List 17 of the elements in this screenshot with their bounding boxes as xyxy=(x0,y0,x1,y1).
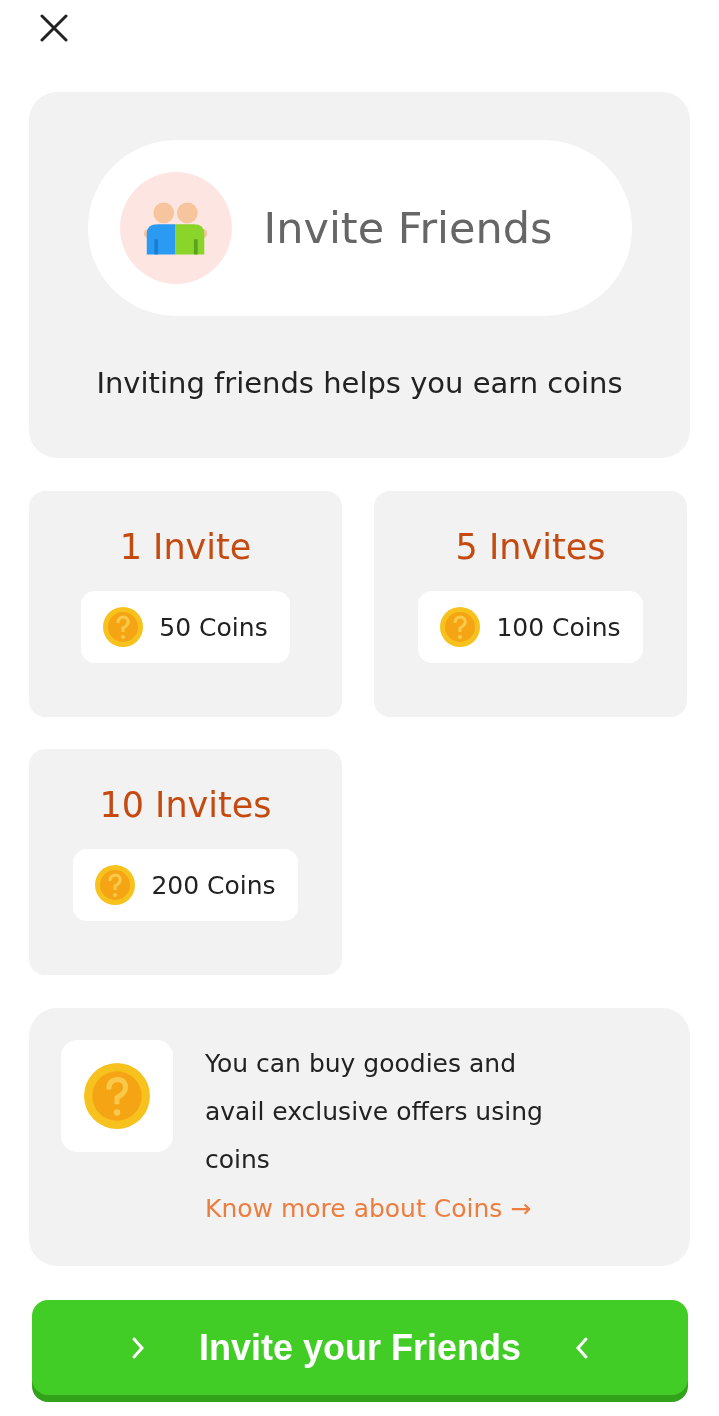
coin-icon xyxy=(103,607,144,647)
coin-icon xyxy=(440,607,481,647)
reward-title: 10 Invites xyxy=(99,785,272,825)
coin-amount: 200 Coins xyxy=(151,870,276,900)
close-icon[interactable] xyxy=(40,14,68,42)
coin-amount: 50 Coins xyxy=(159,612,268,642)
reward-title: 1 Invite xyxy=(119,527,252,567)
coin-icon xyxy=(84,1063,150,1129)
coin-icon xyxy=(95,865,136,905)
reward-title: 5 Invites xyxy=(455,527,606,567)
hero-subtitle: Inviting friends helps you earn coins xyxy=(96,366,623,400)
info-text: You can buy goodies and avail exclusive offers using coins xyxy=(205,1048,544,1176)
know-more-link[interactable]: Know more about Coins → xyxy=(205,1194,565,1223)
chevron-right-icon xyxy=(130,1335,145,1360)
chevron-left-icon xyxy=(575,1335,590,1360)
coin-amount: 100 Coins xyxy=(496,612,621,642)
hero-title: Invite Friends xyxy=(263,203,553,253)
